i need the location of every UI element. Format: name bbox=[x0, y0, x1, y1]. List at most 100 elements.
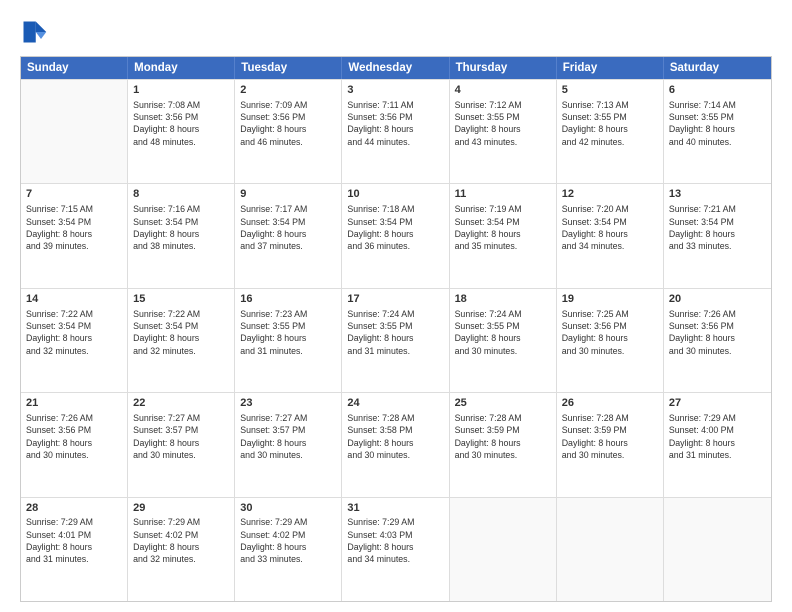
day-info: Sunrise: 7:27 AM Sunset: 3:57 PM Dayligh… bbox=[133, 412, 229, 461]
calendar-cell: 21Sunrise: 7:26 AM Sunset: 3:56 PM Dayli… bbox=[21, 393, 128, 496]
calendar-cell: 17Sunrise: 7:24 AM Sunset: 3:55 PM Dayli… bbox=[342, 289, 449, 392]
day-number: 10 bbox=[347, 187, 443, 202]
day-info: Sunrise: 7:24 AM Sunset: 3:55 PM Dayligh… bbox=[347, 308, 443, 357]
day-info: Sunrise: 7:29 AM Sunset: 4:01 PM Dayligh… bbox=[26, 516, 122, 565]
day-info: Sunrise: 7:18 AM Sunset: 3:54 PM Dayligh… bbox=[347, 203, 443, 252]
calendar-cell: 16Sunrise: 7:23 AM Sunset: 3:55 PM Dayli… bbox=[235, 289, 342, 392]
day-number: 24 bbox=[347, 396, 443, 411]
day-number: 12 bbox=[562, 187, 658, 202]
day-info: Sunrise: 7:14 AM Sunset: 3:55 PM Dayligh… bbox=[669, 99, 766, 148]
day-number: 21 bbox=[26, 396, 122, 411]
calendar-cell: 9Sunrise: 7:17 AM Sunset: 3:54 PM Daylig… bbox=[235, 184, 342, 287]
header-day-saturday: Saturday bbox=[664, 57, 771, 79]
day-number: 18 bbox=[455, 292, 551, 307]
day-info: Sunrise: 7:29 AM Sunset: 4:02 PM Dayligh… bbox=[240, 516, 336, 565]
calendar-cell: 7Sunrise: 7:15 AM Sunset: 3:54 PM Daylig… bbox=[21, 184, 128, 287]
calendar-row-2: 7Sunrise: 7:15 AM Sunset: 3:54 PM Daylig… bbox=[21, 183, 771, 287]
day-info: Sunrise: 7:11 AM Sunset: 3:56 PM Dayligh… bbox=[347, 99, 443, 148]
day-number: 6 bbox=[669, 83, 766, 98]
header-day-friday: Friday bbox=[557, 57, 664, 79]
calendar-cell: 18Sunrise: 7:24 AM Sunset: 3:55 PM Dayli… bbox=[450, 289, 557, 392]
logo-icon bbox=[20, 18, 48, 46]
day-number: 1 bbox=[133, 83, 229, 98]
day-number: 22 bbox=[133, 396, 229, 411]
calendar-cell: 23Sunrise: 7:27 AM Sunset: 3:57 PM Dayli… bbox=[235, 393, 342, 496]
day-number: 3 bbox=[347, 83, 443, 98]
day-info: Sunrise: 7:15 AM Sunset: 3:54 PM Dayligh… bbox=[26, 203, 122, 252]
calendar-row-3: 14 Sunrise: 7:22 AM Sunset: 3:54 PM Dayli… bbox=[21, 288, 771, 392]
calendar-cell: 24Sunrise: 7:28 AM Sunset: 3:58 PM Dayli… bbox=[342, 393, 449, 496]
day-number: 25 bbox=[455, 396, 551, 411]
day-number: 29 bbox=[133, 501, 229, 516]
header bbox=[20, 18, 772, 46]
day-info: Sunrise: 7:27 AM Sunset: 3:57 PM Dayligh… bbox=[240, 412, 336, 461]
day-number: 14 bbox=[26, 292, 122, 307]
day-info: Sunrise: 7:29 AM Sunset: 4:02 PM Dayligh… bbox=[133, 516, 229, 565]
header-day-thursday: Thursday bbox=[450, 57, 557, 79]
calendar-cell: 11Sunrise: 7:19 AM Sunset: 3:54 PM Dayli… bbox=[450, 184, 557, 287]
calendar-cell: 28Sunrise: 7:29 AM Sunset: 4:01 PM Dayli… bbox=[21, 498, 128, 601]
day-info: Sunrise: 7:28 AM Sunset: 3:58 PM Dayligh… bbox=[347, 412, 443, 461]
day-info: Sunrise: 7:26 AM Sunset: 3:56 PM Dayligh… bbox=[26, 412, 122, 461]
day-number: 31 bbox=[347, 501, 443, 516]
day-number: 30 bbox=[240, 501, 336, 516]
day-info: Sunrise: 7:20 AM Sunset: 3:54 PM Dayligh… bbox=[562, 203, 658, 252]
day-number: 28 bbox=[26, 501, 122, 516]
day-info: Sunrise: 7:28 AM Sunset: 3:59 PM Dayligh… bbox=[562, 412, 658, 461]
calendar-cell: 6Sunrise: 7:14 AM Sunset: 3:55 PM Daylig… bbox=[664, 80, 771, 183]
calendar-cell: 27Sunrise: 7:29 AM Sunset: 4:00 PM Dayli… bbox=[664, 393, 771, 496]
calendar-cell bbox=[557, 498, 664, 601]
calendar-cell: 19Sunrise: 7:25 AM Sunset: 3:56 PM Dayli… bbox=[557, 289, 664, 392]
header-day-wednesday: Wednesday bbox=[342, 57, 449, 79]
day-info: Sunrise: 7:29 AM Sunset: 4:00 PM Dayligh… bbox=[669, 412, 766, 461]
calendar-body: 1Sunrise: 7:08 AM Sunset: 3:56 PM Daylig… bbox=[21, 79, 771, 601]
calendar-row-1: 1Sunrise: 7:08 AM Sunset: 3:56 PM Daylig… bbox=[21, 79, 771, 183]
calendar-cell: 31Sunrise: 7:29 AM Sunset: 4:03 PM Dayli… bbox=[342, 498, 449, 601]
day-info: Sunrise: 7:13 AM Sunset: 3:55 PM Dayligh… bbox=[562, 99, 658, 148]
day-number: 19 bbox=[562, 292, 658, 307]
calendar-cell bbox=[450, 498, 557, 601]
calendar-cell: 20Sunrise: 7:26 AM Sunset: 3:56 PM Dayli… bbox=[664, 289, 771, 392]
day-info: Sunrise: 7:21 AM Sunset: 3:54 PM Dayligh… bbox=[669, 203, 766, 252]
calendar-cell: 3Sunrise: 7:11 AM Sunset: 3:56 PM Daylig… bbox=[342, 80, 449, 183]
day-info: Sunrise: 7:22 AM Sunset: 3:54 PM Dayligh… bbox=[133, 308, 229, 357]
calendar-row-5: 28Sunrise: 7:29 AM Sunset: 4:01 PM Dayli… bbox=[21, 497, 771, 601]
page: SundayMondayTuesdayWednesdayThursdayFrid… bbox=[0, 0, 792, 612]
day-number: 27 bbox=[669, 396, 766, 411]
calendar-cell: 4Sunrise: 7:12 AM Sunset: 3:55 PM Daylig… bbox=[450, 80, 557, 183]
day-info: Sunrise: 7:12 AM Sunset: 3:55 PM Dayligh… bbox=[455, 99, 551, 148]
calendar-cell: 12Sunrise: 7:20 AM Sunset: 3:54 PM Dayli… bbox=[557, 184, 664, 287]
calendar-cell: 8Sunrise: 7:16 AM Sunset: 3:54 PM Daylig… bbox=[128, 184, 235, 287]
day-number: 23 bbox=[240, 396, 336, 411]
day-number: 16 bbox=[240, 292, 336, 307]
calendar-cell bbox=[664, 498, 771, 601]
calendar-row-4: 21Sunrise: 7:26 AM Sunset: 3:56 PM Dayli… bbox=[21, 392, 771, 496]
day-info: Sunrise: 7:08 AM Sunset: 3:56 PM Dayligh… bbox=[133, 99, 229, 148]
day-info: Sunrise: 7:24 AM Sunset: 3:55 PM Dayligh… bbox=[455, 308, 551, 357]
day-number: 15 bbox=[133, 292, 229, 307]
day-number: 13 bbox=[669, 187, 766, 202]
calendar-cell: 15Sunrise: 7:22 AM Sunset: 3:54 PM Dayli… bbox=[128, 289, 235, 392]
calendar-cell: 2Sunrise: 7:09 AM Sunset: 3:56 PM Daylig… bbox=[235, 80, 342, 183]
calendar-cell: 10Sunrise: 7:18 AM Sunset: 3:54 PM Dayli… bbox=[342, 184, 449, 287]
day-info: Sunrise: 7:19 AM Sunset: 3:54 PM Dayligh… bbox=[455, 203, 551, 252]
calendar-cell: 29Sunrise: 7:29 AM Sunset: 4:02 PM Dayli… bbox=[128, 498, 235, 601]
calendar: SundayMondayTuesdayWednesdayThursdayFrid… bbox=[20, 56, 772, 602]
day-number: 7 bbox=[26, 187, 122, 202]
day-info: Sunrise: 7:28 AM Sunset: 3:59 PM Dayligh… bbox=[455, 412, 551, 461]
day-number: 4 bbox=[455, 83, 551, 98]
calendar-cell: 25Sunrise: 7:28 AM Sunset: 3:59 PM Dayli… bbox=[450, 393, 557, 496]
day-info: Sunrise: 7:29 AM Sunset: 4:03 PM Dayligh… bbox=[347, 516, 443, 565]
header-day-tuesday: Tuesday bbox=[235, 57, 342, 79]
day-number: 20 bbox=[669, 292, 766, 307]
calendar-cell: 1Sunrise: 7:08 AM Sunset: 3:56 PM Daylig… bbox=[128, 80, 235, 183]
calendar-cell: 26Sunrise: 7:28 AM Sunset: 3:59 PM Dayli… bbox=[557, 393, 664, 496]
day-info: Sunrise: 7:25 AM Sunset: 3:56 PM Dayligh… bbox=[562, 308, 658, 357]
header-day-sunday: Sunday bbox=[21, 57, 128, 79]
calendar-cell: 14Sunrise: 7:22 AM Sunset: 3:54 PM Dayli… bbox=[21, 289, 128, 392]
day-number: 9 bbox=[240, 187, 336, 202]
day-number: 17 bbox=[347, 292, 443, 307]
day-info: Sunrise: 7:17 AM Sunset: 3:54 PM Dayligh… bbox=[240, 203, 336, 252]
calendar-cell: 30Sunrise: 7:29 AM Sunset: 4:02 PM Dayli… bbox=[235, 498, 342, 601]
day-number: 26 bbox=[562, 396, 658, 411]
